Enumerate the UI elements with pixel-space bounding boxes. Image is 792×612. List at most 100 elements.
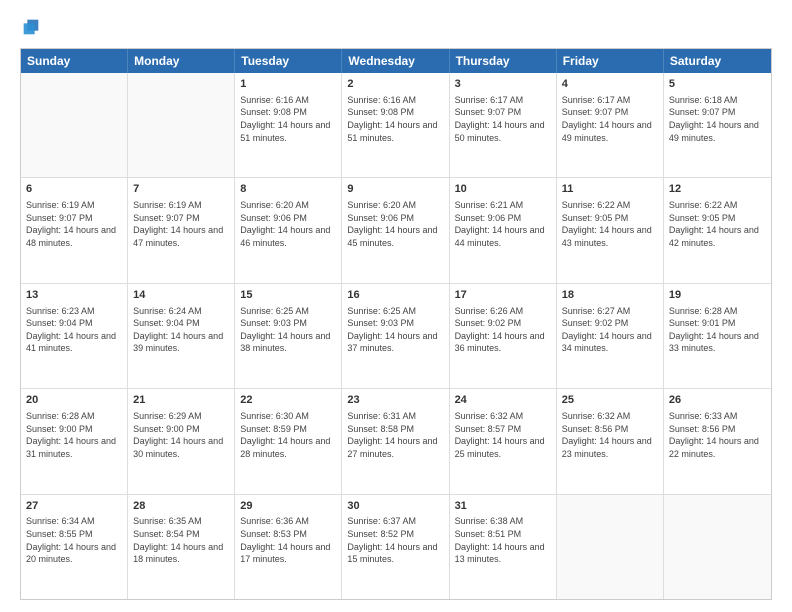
day-header-sunday: Sunday <box>21 49 128 73</box>
day-header-saturday: Saturday <box>664 49 771 73</box>
day-info: Sunrise: 6:22 AMSunset: 9:05 PMDaylight:… <box>669 199 766 249</box>
day-number: 31 <box>455 499 551 514</box>
day-number: 27 <box>26 499 122 514</box>
day-info: Sunrise: 6:29 AMSunset: 9:00 PMDaylight:… <box>133 410 229 460</box>
day-header-wednesday: Wednesday <box>342 49 449 73</box>
day-number: 11 <box>562 182 658 197</box>
day-number: 21 <box>133 393 229 408</box>
day-cell-25: 25 Sunrise: 6:32 AMSunset: 8:56 PMDayligh… <box>557 389 664 493</box>
day-number: 5 <box>669 77 766 92</box>
day-number: 25 <box>562 393 658 408</box>
day-number: 1 <box>240 77 336 92</box>
day-info: Sunrise: 6:25 AMSunset: 9:03 PMDaylight:… <box>240 305 336 355</box>
day-cell-22: 22Sunrise: 6:30 AMSunset: 8:59 PMDayligh… <box>235 389 342 493</box>
day-number: 13 <box>26 288 122 303</box>
day-info: Sunrise: 6:23 AMSunset: 9:04 PMDaylight:… <box>26 305 122 355</box>
day-cell-27: 27Sunrise: 6:34 AMSunset: 8:55 PMDayligh… <box>21 495 128 599</box>
calendar: SundayMondayTuesdayWednesdayThursdayFrid… <box>20 48 772 600</box>
day-cell-2: 2 Sunrise: 6:16 AMSunset: 9:08 PMDaylight… <box>342 73 449 177</box>
day-cell-7: 7Sunrise: 6:19 AMSunset: 9:07 PMDaylight… <box>128 178 235 282</box>
page: SundayMondayTuesdayWednesdayThursdayFrid… <box>0 0 792 612</box>
day-cell-8: 8 Sunrise: 6:20 AMSunset: 9:06 PMDaylight… <box>235 178 342 282</box>
day-cell-14: 14 Sunrise: 6:24 AMSunset: 9:04 PMDayligh… <box>128 284 235 388</box>
day-info: Sunrise: 6:33 AMSunset: 8:56 PMDaylight:… <box>669 410 766 460</box>
day-cell-16: 16Sunrise: 6:25 AMSunset: 9:03 PMDayligh… <box>342 284 449 388</box>
day-info: Sunrise: 6:17 AMSunset: 9:07 PMDaylight:… <box>455 94 551 144</box>
day-info: Sunrise: 6:34 AMSunset: 8:55 PMDaylight:… <box>26 515 122 565</box>
day-info: Sunrise: 6:32 AMSunset: 8:56 PMDaylight:… <box>562 410 658 460</box>
day-header-tuesday: Tuesday <box>235 49 342 73</box>
day-info: Sunrise: 6:21 AMSunset: 9:06 PMDaylight:… <box>455 199 551 249</box>
day-number: 20 <box>26 393 122 408</box>
day-number: 23 <box>347 393 443 408</box>
day-cell-12: 12 Sunrise: 6:22 AMSunset: 9:05 PMDayligh… <box>664 178 771 282</box>
day-info: Sunrise: 6:24 AMSunset: 9:04 PMDaylight:… <box>133 305 229 355</box>
day-cell-3: 3 Sunrise: 6:17 AMSunset: 9:07 PMDaylight… <box>450 73 557 177</box>
day-number: 22 <box>240 393 336 408</box>
day-number: 18 <box>562 288 658 303</box>
day-cell-10: 10 Sunrise: 6:21 AMSunset: 9:06 PMDayligh… <box>450 178 557 282</box>
day-number: 19 <box>669 288 766 303</box>
day-info: Sunrise: 6:26 AMSunset: 9:02 PMDaylight:… <box>455 305 551 355</box>
day-info: Sunrise: 6:38 AMSunset: 8:51 PMDaylight:… <box>455 515 551 565</box>
empty-cell <box>128 73 235 177</box>
day-cell-29: 29Sunrise: 6:36 AMSunset: 8:53 PMDayligh… <box>235 495 342 599</box>
day-info: Sunrise: 6:16 AMSunset: 9:08 PMDaylight:… <box>347 94 443 144</box>
day-number: 2 <box>347 77 443 92</box>
day-info: Sunrise: 6:22 AMSunset: 9:05 PMDaylight:… <box>562 199 658 249</box>
day-info: Sunrise: 6:20 AMSunset: 9:06 PMDaylight:… <box>347 199 443 249</box>
day-cell-4: 4Sunrise: 6:17 AMSunset: 9:07 PMDaylight… <box>557 73 664 177</box>
day-info: Sunrise: 6:16 AMSunset: 9:08 PMDaylight:… <box>240 94 336 144</box>
day-number: 15 <box>240 288 336 303</box>
day-number: 6 <box>26 182 122 197</box>
day-info: Sunrise: 6:28 AMSunset: 9:01 PMDaylight:… <box>669 305 766 355</box>
day-info: Sunrise: 6:27 AMSunset: 9:02 PMDaylight:… <box>562 305 658 355</box>
day-header-monday: Monday <box>128 49 235 73</box>
day-header-thursday: Thursday <box>450 49 557 73</box>
empty-cell <box>557 495 664 599</box>
day-cell-30: 30Sunrise: 6:37 AMSunset: 8:52 PMDayligh… <box>342 495 449 599</box>
day-cell-23: 23Sunrise: 6:31 AMSunset: 8:58 PMDayligh… <box>342 389 449 493</box>
day-cell-6: 6 Sunrise: 6:19 AMSunset: 9:07 PMDaylight… <box>21 178 128 282</box>
day-cell-15: 15 Sunrise: 6:25 AMSunset: 9:03 PMDayligh… <box>235 284 342 388</box>
day-cell-24: 24 Sunrise: 6:32 AMSunset: 8:57 PMDayligh… <box>450 389 557 493</box>
day-number: 12 <box>669 182 766 197</box>
calendar-week-2: 6 Sunrise: 6:19 AMSunset: 9:07 PMDaylight… <box>21 178 771 283</box>
day-info: Sunrise: 6:32 AMSunset: 8:57 PMDaylight:… <box>455 410 551 460</box>
empty-cell <box>664 495 771 599</box>
day-cell-1: 1 Sunrise: 6:16 AMSunset: 9:08 PMDaylight… <box>235 73 342 177</box>
calendar-header: SundayMondayTuesdayWednesdayThursdayFrid… <box>21 49 771 73</box>
day-cell-5: 5Sunrise: 6:18 AMSunset: 9:07 PMDaylight… <box>664 73 771 177</box>
day-info: Sunrise: 6:17 AMSunset: 9:07 PMDaylight:… <box>562 94 658 144</box>
day-info: Sunrise: 6:19 AMSunset: 9:07 PMDaylight:… <box>26 199 122 249</box>
day-cell-13: 13 Sunrise: 6:23 AMSunset: 9:04 PMDayligh… <box>21 284 128 388</box>
day-cell-17: 17Sunrise: 6:26 AMSunset: 9:02 PMDayligh… <box>450 284 557 388</box>
day-number: 9 <box>347 182 443 197</box>
day-number: 16 <box>347 288 443 303</box>
calendar-week-5: 27Sunrise: 6:34 AMSunset: 8:55 PMDayligh… <box>21 495 771 599</box>
day-number: 14 <box>133 288 229 303</box>
day-cell-31: 31Sunrise: 6:38 AMSunset: 8:51 PMDayligh… <box>450 495 557 599</box>
day-cell-19: 19 Sunrise: 6:28 AMSunset: 9:01 PMDayligh… <box>664 284 771 388</box>
day-header-friday: Friday <box>557 49 664 73</box>
day-number: 8 <box>240 182 336 197</box>
header <box>20 16 772 38</box>
day-number: 30 <box>347 499 443 514</box>
day-info: Sunrise: 6:35 AMSunset: 8:54 PMDaylight:… <box>133 515 229 565</box>
calendar-week-4: 20Sunrise: 6:28 AMSunset: 9:00 PMDayligh… <box>21 389 771 494</box>
day-info: Sunrise: 6:36 AMSunset: 8:53 PMDaylight:… <box>240 515 336 565</box>
calendar-week-1: 1 Sunrise: 6:16 AMSunset: 9:08 PMDaylight… <box>21 73 771 178</box>
day-number: 3 <box>455 77 551 92</box>
day-number: 10 <box>455 182 551 197</box>
calendar-week-3: 13 Sunrise: 6:23 AMSunset: 9:04 PMDayligh… <box>21 284 771 389</box>
day-cell-11: 11 Sunrise: 6:22 AMSunset: 9:05 PMDayligh… <box>557 178 664 282</box>
day-info: Sunrise: 6:20 AMSunset: 9:06 PMDaylight:… <box>240 199 336 249</box>
empty-cell <box>21 73 128 177</box>
day-info: Sunrise: 6:37 AMSunset: 8:52 PMDaylight:… <box>347 515 443 565</box>
day-info: Sunrise: 6:19 AMSunset: 9:07 PMDaylight:… <box>133 199 229 249</box>
day-cell-9: 9 Sunrise: 6:20 AMSunset: 9:06 PMDaylight… <box>342 178 449 282</box>
day-cell-28: 28Sunrise: 6:35 AMSunset: 8:54 PMDayligh… <box>128 495 235 599</box>
day-cell-26: 26Sunrise: 6:33 AMSunset: 8:56 PMDayligh… <box>664 389 771 493</box>
calendar-body: 1 Sunrise: 6:16 AMSunset: 9:08 PMDaylight… <box>21 73 771 599</box>
day-number: 24 <box>455 393 551 408</box>
